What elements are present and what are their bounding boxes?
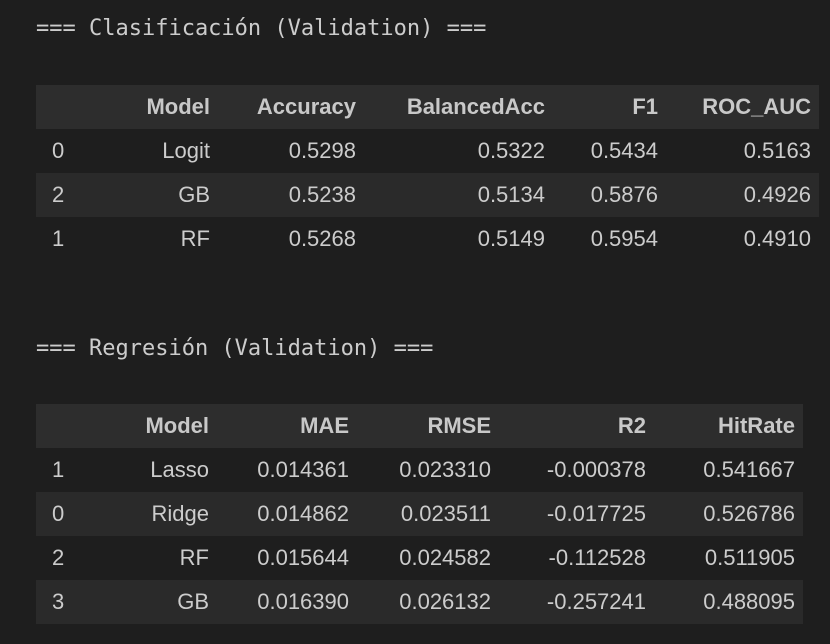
cell-mae: 0.014862 (257, 501, 349, 526)
row-index: 2 (52, 545, 65, 570)
column-header-mae: MAE (300, 413, 349, 438)
row-index: 0 (52, 138, 65, 163)
cell-mae: 0.016390 (257, 589, 349, 614)
column-header-balancedacc: BalancedAcc (406, 94, 545, 119)
row-index: 1 (52, 457, 65, 482)
table-row: 3 GB 0.016390 0.026132 -0.257241 0.48809… (36, 580, 803, 624)
cell-roc-auc: 0.5163 (743, 138, 811, 163)
cell-roc-auc: 0.4926 (743, 182, 811, 207)
cell-r2: -0.112528 (548, 545, 646, 570)
row-index: 3 (52, 589, 65, 614)
row-index: 0 (52, 501, 65, 526)
table-header-row: Model Accuracy BalancedAcc F1 ROC_AUC (36, 85, 819, 129)
cell-roc-auc: 0.4910 (743, 226, 811, 251)
table-row: 2 RF 0.015644 0.024582 -0.112528 0.51190… (36, 536, 803, 580)
table-row: 0 Logit 0.5298 0.5322 0.5434 0.5163 (36, 129, 819, 173)
cell-accuracy: 0.5298 (288, 138, 356, 163)
cell-model: RF (180, 226, 210, 251)
table-header-row: Model MAE RMSE R2 HitRate (36, 404, 803, 448)
cell-hitrate: 0.488095 (703, 589, 795, 614)
classification-table: Model Accuracy BalancedAcc F1 ROC_AUC 0 … (36, 85, 819, 261)
cell-mae: 0.015644 (257, 545, 349, 570)
cell-model: Logit (162, 138, 210, 163)
classification-heading: === Clasificación (Validation) === (36, 16, 487, 41)
table-row: 1 Lasso 0.014361 0.023310 -0.000378 0.54… (36, 448, 803, 492)
index-header (36, 404, 100, 448)
cell-hitrate: 0.541667 (703, 457, 795, 482)
column-header-accuracy: Accuracy (256, 94, 356, 119)
cell-r2: -0.257241 (546, 589, 646, 614)
column-header-model: Model (145, 413, 209, 438)
regression-heading: === Regresión (Validation) === (36, 336, 434, 361)
cell-model: RF (179, 545, 209, 570)
table-row: 0 Ridge 0.014862 0.023511 -0.017725 0.52… (36, 492, 803, 536)
column-header-f1: F1 (632, 94, 658, 119)
column-header-hitrate: HitRate (717, 413, 795, 438)
column-header-model: Model (146, 94, 210, 119)
cell-model: GB (177, 589, 209, 614)
column-header-rmse: RMSE (427, 413, 491, 438)
cell-model: GB (178, 182, 210, 207)
column-header-roc-auc: ROC_AUC (702, 94, 811, 119)
cell-balancedacc: 0.5149 (477, 226, 545, 251)
row-index: 1 (52, 226, 65, 251)
table-row: 1 RF 0.5268 0.5149 0.5954 0.4910 (36, 217, 819, 261)
regression-table: Model MAE RMSE R2 HitRate 1 Lasso 0.0143… (36, 404, 803, 624)
cell-rmse: 0.023511 (400, 501, 491, 526)
column-header-r2: R2 (617, 413, 646, 438)
cell-hitrate: 0.511905 (704, 545, 795, 570)
cell-balancedacc: 0.5134 (477, 182, 545, 207)
row-index: 2 (52, 182, 65, 207)
cell-mae: 0.014361 (257, 457, 349, 482)
table-row: 2 GB 0.5238 0.5134 0.5876 0.4926 (36, 173, 819, 217)
cell-rmse: 0.026132 (399, 589, 491, 614)
cell-hitrate: 0.526786 (703, 501, 795, 526)
cell-accuracy: 0.5268 (288, 226, 356, 251)
cell-rmse: 0.024582 (399, 545, 491, 570)
cell-f1: 0.5434 (590, 138, 658, 163)
cell-balancedacc: 0.5322 (477, 138, 545, 163)
cell-f1: 0.5876 (590, 182, 658, 207)
cell-accuracy: 0.5238 (288, 182, 356, 207)
index-header (36, 85, 100, 129)
cell-r2: -0.000378 (546, 457, 646, 482)
cell-model: Ridge (151, 501, 209, 526)
cell-r2: -0.017725 (546, 501, 646, 526)
cell-model: Lasso (150, 457, 209, 482)
cell-f1: 0.5954 (590, 226, 658, 251)
cell-rmse: 0.023310 (399, 457, 491, 482)
